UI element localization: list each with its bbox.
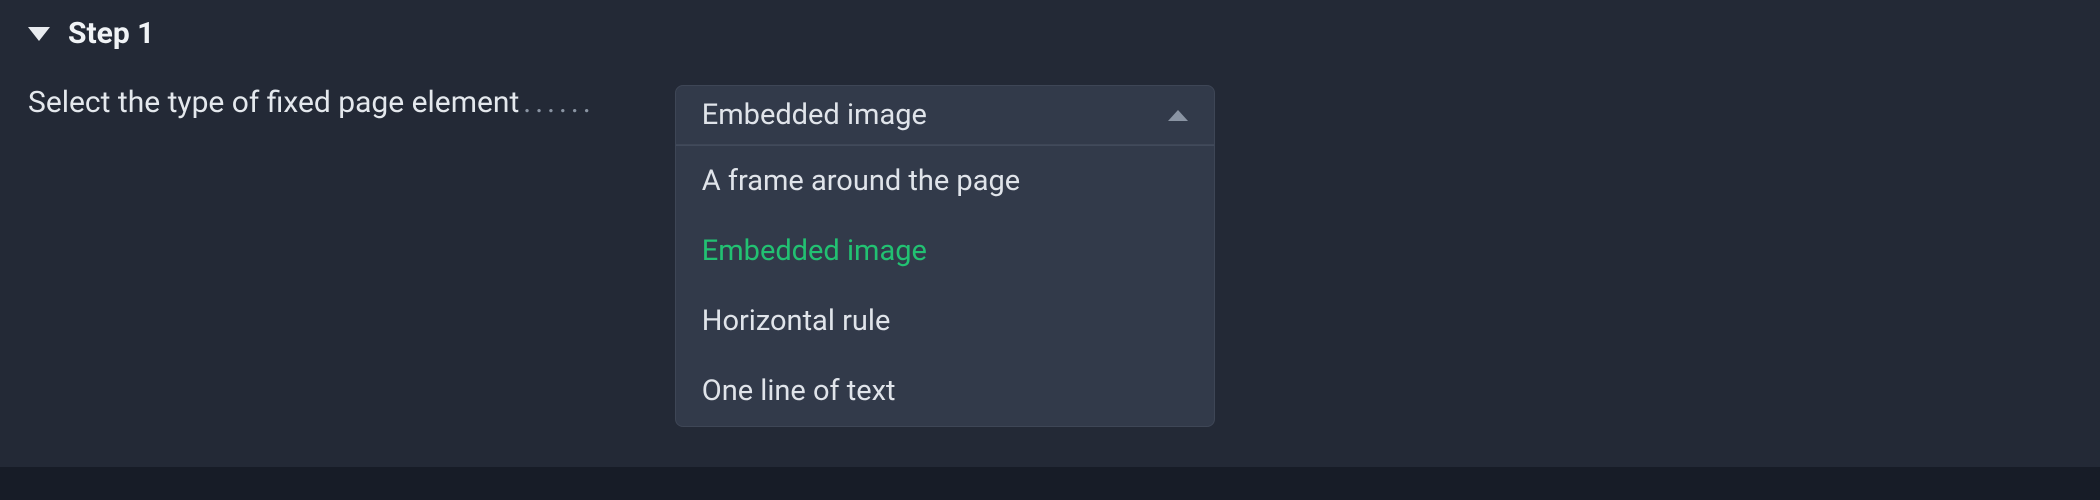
dropdown-selected-value: Embedded image [702, 98, 927, 132]
element-type-dropdown: Embedded image A frame around the page E… [675, 85, 1215, 427]
dropdown-options-list: A frame around the page Embedded image H… [675, 145, 1215, 427]
dropdown-option-embedded-image[interactable]: Embedded image [676, 216, 1214, 286]
field-dots: ...... [523, 79, 594, 120]
element-type-select[interactable]: Embedded image [675, 85, 1215, 145]
dropdown-option-one-line-text[interactable]: One line of text [676, 356, 1214, 426]
step-body: Select the type of fixed page element ..… [0, 67, 2100, 467]
step-panel: Step 1 Select the type of fixed page ele… [0, 0, 2100, 467]
dropdown-option-horizontal-rule[interactable]: Horizontal rule [676, 286, 1214, 356]
field-label: Select the type of fixed page element [28, 79, 519, 120]
step-title: Step 1 [68, 16, 154, 51]
field-row: Select the type of fixed page element ..… [28, 85, 2072, 427]
chevron-up-icon [1168, 110, 1188, 121]
field-label-wrapper: Select the type of fixed page element ..… [28, 85, 595, 120]
disclosure-triangle-icon [28, 27, 50, 41]
step-header[interactable]: Step 1 [0, 0, 2100, 67]
dropdown-option-frame[interactable]: A frame around the page [676, 146, 1214, 216]
